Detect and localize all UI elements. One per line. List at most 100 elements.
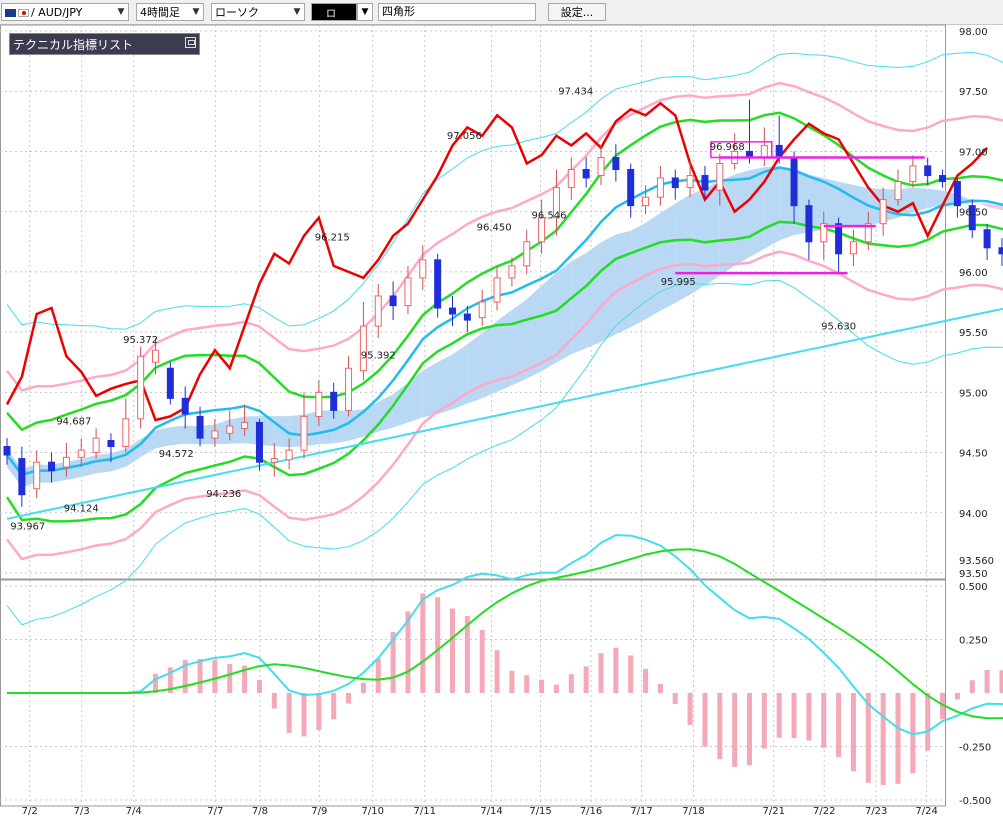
macd-histogram-bar [702,693,708,747]
price-annotation: 96.450 [477,223,512,234]
macd-histogram-bar [524,675,530,693]
candle-body [18,458,26,496]
date-tick-label: 7/10 [362,806,384,817]
date-tick-label: 7/14 [480,806,502,817]
price-annotation: 95.372 [123,335,158,346]
macd-histogram-bar [420,593,426,693]
macd-histogram-bar [286,693,292,733]
macd-histogram-bar [806,693,812,741]
candle-body [523,241,531,267]
macd-tick-label: -0.500 [959,796,991,807]
macd-histogram-bar [435,597,441,693]
candle-body [879,199,887,225]
price-annotation: 96.546 [532,211,567,222]
candle-body [835,223,843,255]
candle-body [137,355,145,420]
macd-histogram-bar [999,670,1003,693]
cloud-segment [645,213,661,320]
date-tick-label: 7/9 [311,806,327,817]
candle-body [493,277,501,303]
time-axis: 7/2 7/3 7/4 7/7 7/8 7/9 7/10 7/11 7/14 7/15 7/16 7/… [22,806,938,817]
macd-histogram-bar [316,693,322,731]
cloud-segment [96,453,111,474]
cloud-segment [81,455,97,478]
indicator-list-title: テクニカル指標リスト [13,37,134,52]
macd-histogram-bar [954,693,960,700]
macd-histogram-bar [836,693,842,758]
macd-histogram-bar [925,693,931,751]
price-annotation: 96.215 [315,232,350,243]
current-price-label: 93.560 [959,556,994,567]
cloud-segment [452,344,468,410]
date-tick-label: 7/2 [22,806,38,817]
macd-histogram-bar [672,693,678,704]
macd-histogram-bar [271,693,277,709]
price-annotation: 93.967 [10,521,45,532]
cloud-segment [571,252,587,355]
cloud-segment [586,242,601,349]
candle-body [805,205,813,243]
macd-histogram-bar [301,693,307,737]
candle-body [656,177,664,198]
macd-histogram-bar [227,664,233,693]
price-tick-label: 97.50 [959,87,988,98]
price-tick-label: 93.50 [959,569,988,580]
cloud-segment [749,167,765,258]
price-annotation: 94.687 [56,417,91,428]
chart-canvas[interactable]: 93.967 94.124 94.687 95.372 94.572 94.236 96.2… [0,0,1003,820]
indicator-list-panel[interactable]: テクニカル指標リスト [9,33,200,55]
price-tick-label: 96.50 [959,208,988,219]
price-tick-label: 95.50 [959,328,988,339]
macd-tick-label: 0.500 [959,582,988,593]
minimize-icon[interactable] [185,37,196,48]
price-annotation: 95.995 [661,277,696,288]
cloud-segment [155,427,171,449]
candle-body [359,325,367,372]
candle-body [582,169,590,179]
candle-body [627,169,635,207]
candle-body [315,391,323,417]
price-annotation: 96.968 [710,142,745,153]
macd-histogram-bar [850,693,856,772]
candle-body [983,229,991,249]
price-axis: 98.00 97.50 97.00 96.50 96.00 95.50 95.00 94.50… [959,27,994,580]
candle-body [330,391,338,411]
macd-histogram-bar [553,684,559,693]
candle-body [285,449,293,461]
cloud-segment [110,448,126,472]
macd-histogram-bar [613,647,619,693]
date-tick-label: 7/8 [252,806,268,817]
price-annotation: 95.392 [361,350,396,361]
candle-body [998,247,1003,255]
candle-body [226,425,234,434]
candle-body [404,277,412,307]
candle-body [345,367,353,411]
cloud-segment [407,370,423,423]
date-tick-label: 7/7 [207,806,223,817]
candle-body [211,430,219,439]
candle-body [894,181,902,201]
cloud-segment [170,425,186,446]
candle-body [642,196,650,207]
cloud-segment [853,184,869,227]
cloud-segment [734,170,750,266]
macd-histogram-bar [450,608,455,693]
macd-histogram-bar [791,693,797,739]
price-annotation: 97.434 [558,87,593,98]
candle-body [92,437,100,454]
macd-histogram-bar [969,680,975,693]
candle-body [478,301,486,319]
candle-body [181,397,189,415]
candle-body [196,415,204,439]
candle-body [597,156,605,177]
candle-body [701,175,709,191]
macd-tick-label: 0.250 [959,636,988,647]
macd-histogram-bar [346,693,352,704]
macd-histogram-bar [895,693,901,784]
candle-body [270,458,278,463]
macd-tick-label: -0.250 [959,743,991,754]
macd-histogram-bar [732,693,738,767]
date-tick-label: 7/15 [529,806,551,817]
candle-body [48,461,56,472]
macd-histogram-bar [568,674,574,693]
